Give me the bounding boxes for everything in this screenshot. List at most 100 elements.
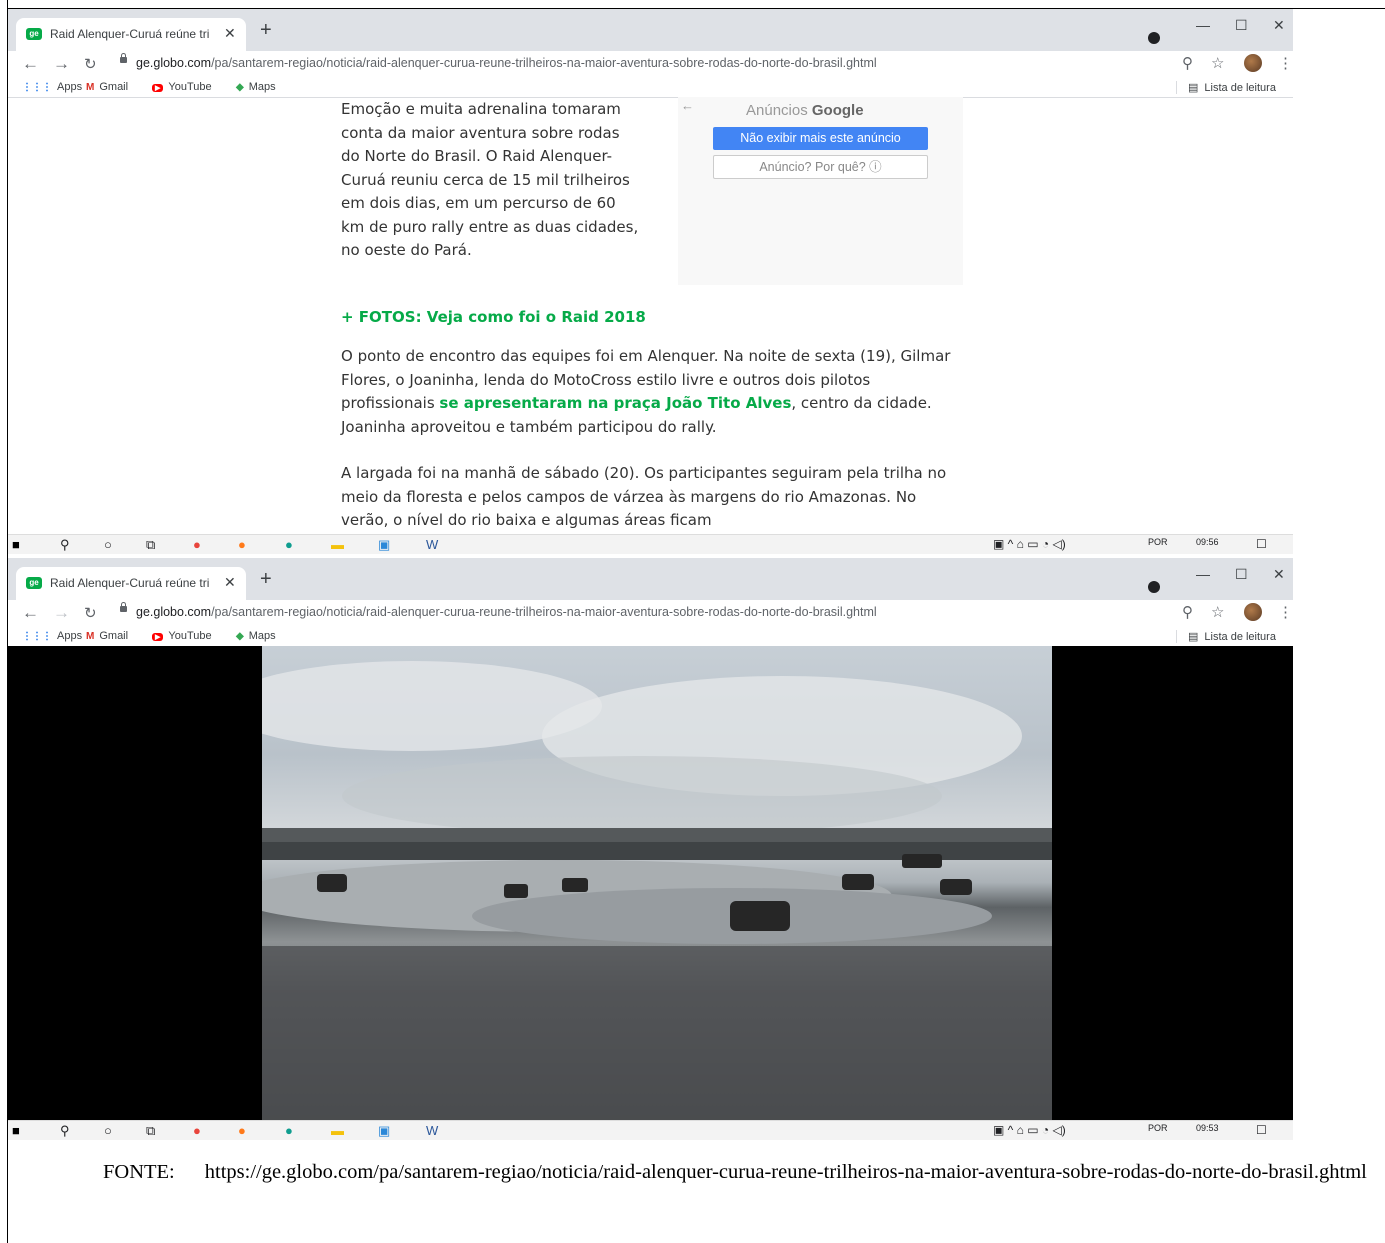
file-explorer-icon[interactable]: ▬: [331, 1122, 344, 1140]
address-bar[interactable]: ge.globo.com/pa/santarem-regiao/noticia/…: [114, 602, 1144, 624]
task-view-icon[interactable]: ⧉: [146, 1122, 155, 1140]
tray-icons[interactable]: ▣ ^ ⌂ ▭ ◔ ◁): [993, 537, 1066, 551]
browser-toolbar: ← → ↻ ge.globo.com/pa/santarem-regiao/no…: [8, 51, 1293, 78]
cortana-icon[interactable]: ○: [104, 1122, 112, 1140]
location-pin-icon[interactable]: ⚲: [1182, 603, 1193, 621]
lock-icon: [120, 53, 127, 63]
reading-list-icon: ▤: [1188, 631, 1199, 643]
youtube-icon: ▶: [152, 84, 164, 92]
tray-icons[interactable]: ▣ ^ ⌂ ▭ ◔ ◁): [993, 1123, 1066, 1137]
bookmark-apps[interactable]: ⋮⋮⋮ Apps: [22, 81, 82, 93]
task-view-icon[interactable]: ⧉: [146, 536, 155, 554]
gmail-icon: M: [86, 631, 95, 642]
bookmark-maps[interactable]: ◆ Maps: [236, 81, 276, 93]
back-arrow-icon[interactable]: ←: [22, 54, 39, 74]
photos-icon[interactable]: ▣: [378, 1122, 390, 1140]
file-explorer-icon[interactable]: ▬: [331, 536, 344, 554]
profile-avatar[interactable]: [1244, 54, 1262, 72]
minimize-button[interactable]: —: [1196, 17, 1210, 33]
article-paragraph-1: O ponto de encontro das equipes foi em A…: [341, 347, 951, 436]
google-ad-panel: ← Anúncios Google Não exibir mais este a…: [678, 97, 963, 285]
word-icon[interactable]: W: [426, 536, 438, 554]
reading-list-icon: ▤: [1188, 82, 1199, 94]
lock-icon: [120, 602, 127, 612]
browser-tab[interactable]: ge Raid Alenquer-Curuá reúne trilhe ✕: [16, 18, 246, 51]
fotos-link[interactable]: + FOTOS: Veja como foi o Raid 2018: [341, 308, 646, 326]
notification-icon[interactable]: ☐: [1256, 537, 1267, 551]
incognito-indicator-icon[interactable]: [1148, 581, 1160, 593]
windows-start-icon[interactable]: ■: [12, 536, 20, 554]
maps-icon: ◆: [236, 631, 244, 642]
photos-icon[interactable]: ▣: [378, 536, 390, 554]
bookmark-youtube[interactable]: ▶ YouTube: [152, 81, 212, 93]
word-icon[interactable]: W: [426, 1122, 438, 1140]
search-icon[interactable]: ⚲: [60, 536, 70, 554]
edge-icon[interactable]: ●: [285, 536, 293, 554]
screenshot-top: ge Raid Alenquer-Curuá reúne trilhe ✕ + …: [8, 9, 1293, 554]
apps-grid-icon: ⋮⋮⋮: [22, 82, 52, 93]
forward-arrow-icon[interactable]: →: [53, 603, 70, 623]
notification-icon[interactable]: ☐: [1256, 1123, 1267, 1137]
menu-kebab-icon[interactable]: ⋮: [1278, 54, 1293, 72]
bookmark-gmail[interactable]: M Gmail: [86, 630, 128, 642]
bookmark-star-icon[interactable]: ☆: [1211, 54, 1224, 72]
windows-taskbar: ■ ⚲ ○ ⧉ ● ● ● ▬ ▣ W ▣ ^ ⌂ ▭ ◔ ◁) POR 09:…: [8, 1120, 1293, 1140]
firefox-icon[interactable]: ●: [238, 536, 246, 554]
close-window-button[interactable]: ✕: [1273, 566, 1285, 583]
edge-icon[interactable]: ●: [285, 1122, 293, 1140]
tab-title: Raid Alenquer-Curuá reúne trilhe: [50, 576, 210, 590]
rally-photo[interactable]: [262, 646, 1052, 1139]
location-pin-icon[interactable]: ⚲: [1182, 54, 1193, 72]
close-tab-icon[interactable]: ✕: [224, 25, 236, 42]
youtube-icon: ▶: [152, 633, 164, 641]
hide-ad-button[interactable]: Não exibir mais este anúncio: [713, 127, 928, 150]
search-icon[interactable]: ⚲: [60, 1122, 70, 1140]
new-tab-button[interactable]: +: [260, 20, 272, 40]
apps-grid-icon: ⋮⋮⋮: [22, 631, 52, 642]
maximize-button[interactable]: ☐: [1235, 566, 1248, 583]
close-window-button[interactable]: ✕: [1273, 17, 1285, 34]
cortana-icon[interactable]: ○: [104, 536, 112, 554]
tab-title: Raid Alenquer-Curuá reúne trilhe: [50, 27, 210, 41]
bookmarks-bar: ⋮⋮⋮ Apps M Gmail ▶ YouTube ◆ Maps ▤ Lista de …: [8, 78, 1293, 98]
profile-avatar[interactable]: [1244, 603, 1262, 621]
bookmark-apps[interactable]: ⋮⋮⋮ Apps: [22, 630, 82, 642]
menu-kebab-icon[interactable]: ⋮: [1278, 603, 1293, 621]
maps-icon: ◆: [236, 82, 244, 93]
praca-link[interactable]: se apresentaram na praça João Tito Alves: [439, 394, 791, 412]
ad-label: Anúncios Google: [746, 102, 864, 119]
address-bar[interactable]: ge.globo.com/pa/santarem-regiao/noticia/…: [114, 53, 1144, 75]
gmail-icon: M: [86, 82, 95, 93]
bookmark-gmail[interactable]: M Gmail: [86, 81, 128, 93]
reload-icon[interactable]: ↻: [84, 55, 97, 73]
browser-tab[interactable]: ge Raid Alenquer-Curuá reúne trilhe ✕: [16, 567, 246, 600]
chrome-icon[interactable]: ●: [193, 536, 201, 554]
close-tab-icon[interactable]: ✕: [224, 574, 236, 591]
browser-toolbar: ← → ↻ ge.globo.com/pa/santarem-regiao/no…: [8, 600, 1293, 627]
why-ad-button[interactable]: Anúncio? Por quê? ⓘ: [713, 155, 928, 179]
bookmark-youtube[interactable]: ▶ YouTube: [152, 630, 212, 642]
maximize-button[interactable]: ☐: [1235, 17, 1248, 34]
incognito-indicator-icon[interactable]: [1148, 32, 1160, 44]
ge-favicon-icon: ge: [26, 28, 42, 40]
chrome-icon[interactable]: ●: [193, 1122, 201, 1140]
bookmarks-bar: ⋮⋮⋮ Apps M Gmail ▶ YouTube ◆ Maps ▤ Lista de …: [8, 627, 1293, 647]
bookmark-star-icon[interactable]: ☆: [1211, 603, 1224, 621]
clock-time[interactable]: 09:53: [1196, 1123, 1219, 1133]
firefox-icon[interactable]: ●: [238, 1122, 246, 1140]
url-text: ge.globo.com/pa/santarem-regiao/noticia/…: [136, 605, 877, 619]
reload-icon[interactable]: ↻: [84, 604, 97, 622]
bookmark-maps[interactable]: ◆ Maps: [236, 630, 276, 642]
windows-start-icon[interactable]: ■: [12, 1122, 20, 1140]
reading-list-button[interactable]: ▤ Lista de leitura: [1176, 630, 1276, 643]
input-language[interactable]: POR: [1148, 1123, 1168, 1133]
rally-photo-illustration: [262, 661, 1052, 1139]
forward-arrow-icon[interactable]: →: [53, 54, 70, 74]
minimize-button[interactable]: —: [1196, 566, 1210, 582]
clock-time[interactable]: 09:56: [1196, 537, 1219, 547]
back-arrow-icon[interactable]: ←: [22, 603, 39, 623]
reading-list-button[interactable]: ▤ Lista de leitura: [1176, 81, 1276, 94]
input-language[interactable]: POR: [1148, 537, 1168, 547]
new-tab-button[interactable]: +: [260, 569, 272, 589]
ad-back-arrow-icon[interactable]: ←: [681, 98, 694, 113]
